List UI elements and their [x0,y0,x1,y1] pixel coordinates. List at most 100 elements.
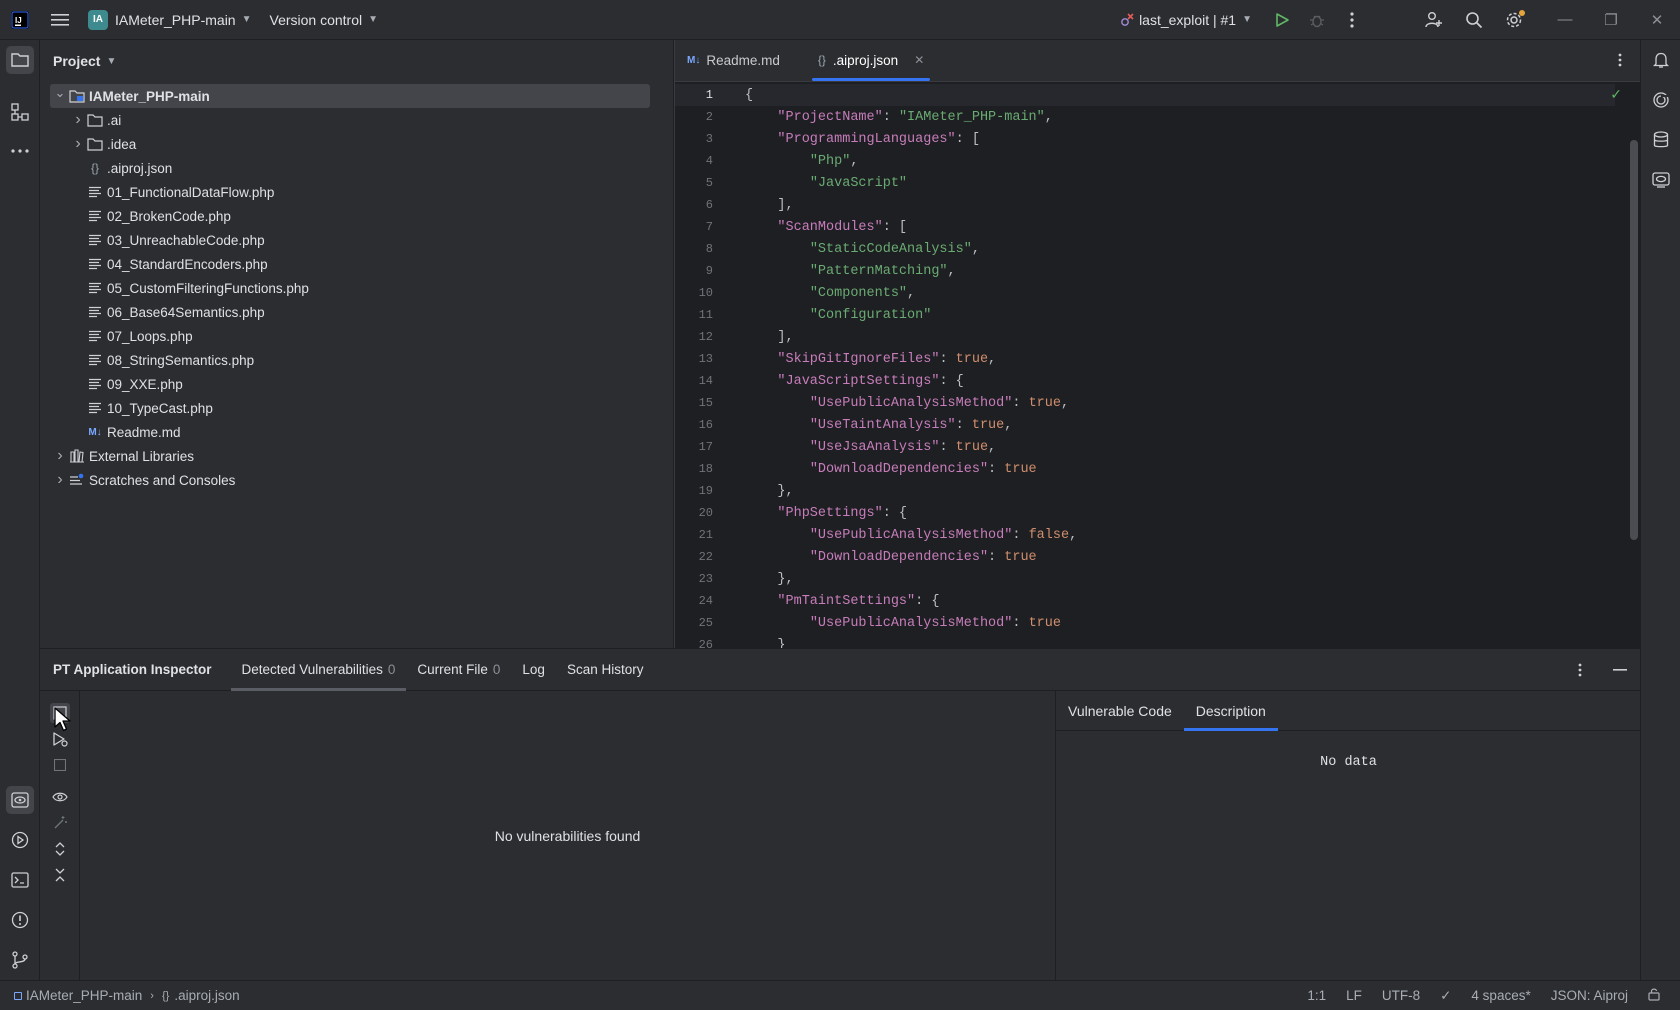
problems-tool-button[interactable] [6,906,34,934]
expand-all-button[interactable] [50,839,70,859]
notifications-button[interactable] [1647,46,1675,74]
structure-tool-button[interactable] [6,98,34,126]
editor-scrollbar[interactable] [1630,140,1638,540]
tree-item[interactable]: {} .aiproj.json [40,156,660,180]
lock-icon[interactable] [1648,987,1660,1004]
stop-button[interactable] [50,755,70,775]
json-punctuation: : [ [882,219,908,235]
code-editor[interactable]: 1{2 "ProjectName": "IAMeter_PHP-main", 3 … [675,82,1641,648]
tree-item[interactable]: M↓ Readme.md [40,420,660,444]
indent-setting[interactable]: 4 spaces* [1471,988,1530,1003]
chevron-right-icon[interactable]: › [70,135,86,153]
view-options-button[interactable] [50,787,70,807]
inspector-side-button[interactable] [1647,166,1675,194]
json-key: "DownloadDependencies" [809,461,989,477]
chevron-right-icon[interactable]: › [52,471,68,489]
tree-item[interactable]: 07_Loops.php [40,324,660,348]
more-actions-button[interactable] [1332,0,1372,40]
structure-icon [11,103,29,121]
settings-button[interactable] [1494,0,1534,40]
line-number: 9 [705,264,713,278]
tree-item[interactable]: › .ai [40,108,660,132]
git-tool-button[interactable] [6,946,34,974]
tab-scan-history[interactable]: Scan History [556,649,655,691]
project-switcher[interactable]: IA IAMeter_PHP-main ▼ [88,0,252,40]
code-with-me-button[interactable] [1414,0,1454,40]
tab-vulnerable-code[interactable]: Vulnerable Code [1056,691,1184,731]
breadcrumb-file[interactable]: .aiproj.json [174,988,239,1003]
eye-icon [52,791,68,803]
tree-item[interactable]: 09_XXE.php [40,372,660,396]
tab-current-file[interactable]: Current File 0 [406,649,511,691]
terminal-tool-button[interactable] [6,866,34,894]
chevron-down-icon[interactable]: ⌄ [52,85,68,101]
project-panel-header[interactable]: Project ▼ [40,40,673,82]
tree-item[interactable]: › Scratches and Consoles [40,468,660,492]
services-tool-button[interactable] [6,826,34,854]
tree-item[interactable]: 02_BrokenCode.php [40,204,660,228]
main-menu-button[interactable] [40,0,80,40]
run-button[interactable] [1262,0,1302,40]
file-encoding[interactable]: UTF-8 [1382,988,1420,1003]
search-everywhere-button[interactable] [1454,0,1494,40]
exploit-button[interactable] [50,813,70,833]
project-tool-button[interactable] [6,46,34,74]
tree-item[interactable]: 06_Base64Semantics.php [40,300,660,324]
tree-item[interactable]: 01_FunctionalDataFlow.php [40,180,660,204]
json-punctuation [745,352,777,367]
more-tools-button[interactable] [6,137,34,165]
tab-aiproj-json[interactable]: {} .aiproj.json ✕ [806,39,936,81]
vcs-widget[interactable]: Version control ▼ [270,0,379,40]
tab-detected-vulnerabilities[interactable]: Detected Vulnerabilities 0 [230,649,407,691]
close-tab-icon[interactable]: ✕ [914,53,924,67]
run-config-selector[interactable]: last_exploit | #1 ▼ [1119,0,1252,40]
close-window-button[interactable]: ✕ [1634,0,1680,40]
tab-description[interactable]: Description [1183,691,1278,731]
line-separator[interactable]: LF [1346,988,1362,1003]
minimize-button[interactable]: — [1542,0,1588,40]
tree-item[interactable]: 04_StandardEncoders.php [40,252,660,276]
check-icon[interactable]: ✓ [1440,988,1451,1004]
app-inspector-tool-button[interactable] [6,786,34,814]
more-vertical-icon [1350,11,1354,28]
vcs-label: Version control [269,11,363,28]
vulnerabilities-list[interactable]: No vulnerabilities found [80,691,1055,981]
database-button[interactable] [1647,126,1675,154]
tree-item[interactable]: 10_TypeCast.php [40,396,660,420]
tree-item-label: 01_FunctionalDataFlow.php [107,184,275,200]
code-text: "ProgrammingLanguages": [ [745,132,980,147]
tree-item[interactable]: 08_StringSemantics.php [40,348,660,372]
hide-panel-button[interactable] [1600,649,1640,691]
restore-button[interactable]: ❐ [1588,0,1634,40]
close-icon: ✕ [1650,11,1664,29]
line-number: 17 [698,440,713,454]
collapse-all-button[interactable] [50,865,70,885]
code-text: "PhpSettings": { [745,506,907,521]
folder-icon [11,52,29,68]
json-punctuation [745,264,810,279]
tree-item[interactable]: › .idea [40,132,660,156]
json-punctuation [745,176,810,191]
code-line: 9 "PatternMatching", [675,260,1615,282]
breadcrumb-project[interactable]: IAMeter_PHP-main [26,988,142,1003]
tree-item[interactable]: 05_CustomFilteringFunctions.php [40,276,660,300]
tree-item[interactable]: ⌄ IAMeter_PHP-main [50,84,650,108]
editor-tabs-menu-button[interactable] [1600,39,1640,81]
file-type[interactable]: JSON: Aiproj [1551,988,1628,1003]
debug-button[interactable] [1302,0,1332,40]
app-logo-icon[interactable]: IJ [0,0,40,40]
tab-label: Vulnerable Code [1068,702,1172,719]
tree-item[interactable]: › External Libraries [40,444,660,468]
chevron-right-icon[interactable]: › [52,447,68,465]
ai-assistant-button[interactable] [1647,86,1675,114]
code-line: 20 "PhpSettings": { [675,502,1615,524]
caret-position[interactable]: 1:1 [1307,988,1326,1003]
tree-item[interactable]: 03_UnreachableCode.php [40,228,660,252]
empty-state-message: No vulnerabilities found [494,828,641,844]
tab-readme[interactable]: M↓ Readme.md [675,39,792,81]
app-inspector-title: PT Application Inspector [53,662,212,677]
chevron-right-icon[interactable]: › [70,111,86,129]
no-problems-check-icon[interactable]: ✓ [1610,86,1622,103]
panel-options-button[interactable] [1560,649,1600,691]
tab-log[interactable]: Log [511,649,556,691]
